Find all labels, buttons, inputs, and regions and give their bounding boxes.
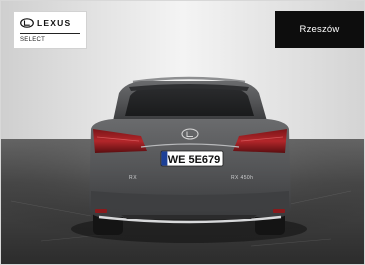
brand-logo: LEXUS (20, 18, 71, 28)
lexus-select-logo[interactable]: LEXUS SELECT (13, 11, 87, 49)
badge-left: RX (129, 175, 137, 181)
brand-program: SELECT (20, 37, 46, 43)
license-plate-text: WE 5E679 (168, 154, 221, 166)
license-plate: WE 5E679 (160, 150, 224, 167)
brand-name: LEXUS (37, 18, 72, 28)
location-button[interactable]: Rzeszów (275, 11, 364, 48)
lexus-logo-icon (20, 18, 34, 28)
badge-right: RX 450h (231, 175, 253, 181)
listing-photo-frame: WE 5E679 RX RX 450h LEXUS SELECT Rzeszów (0, 0, 365, 265)
brand-divider (20, 33, 80, 34)
